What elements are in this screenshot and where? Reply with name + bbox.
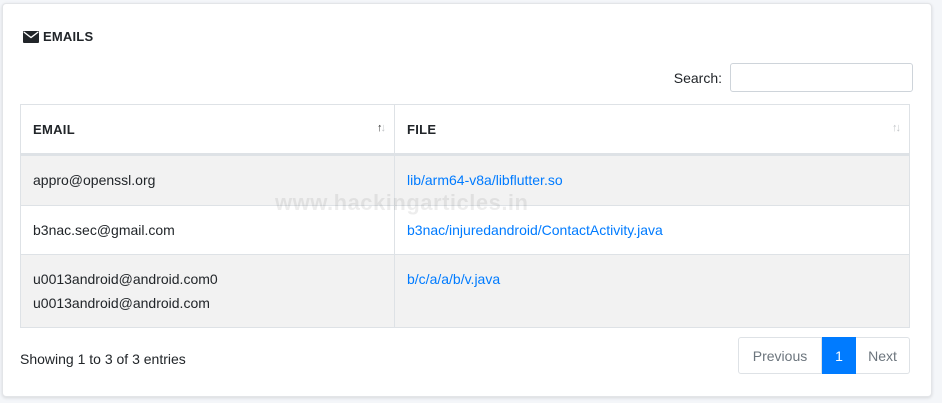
search-label: Search: bbox=[673, 69, 722, 86]
file-cell: b3nac/injuredandroid/ContactActivity.jav… bbox=[394, 205, 910, 255]
email-cell: appro@openssl.org bbox=[20, 154, 395, 206]
file-link[interactable]: lib/arm64-v8a/libflutter.so bbox=[407, 172, 563, 188]
envelope-icon bbox=[23, 30, 39, 43]
email-value: appro@openssl.org bbox=[33, 172, 156, 188]
table-header-row: EMAIL ↑↓ FILE ↑↓ bbox=[20, 104, 910, 156]
file-link[interactable]: b3nac/injuredandroid/ContactActivity.jav… bbox=[407, 222, 663, 238]
sort-ascending-icon: ↑↓ bbox=[377, 122, 386, 134]
email-cell: b3nac.sec@gmail.com bbox=[20, 205, 395, 255]
table-row: b3nac.sec@gmail.com b3nac/injuredandroid… bbox=[20, 205, 910, 255]
emails-table: EMAIL ↑↓ FILE ↑↓ appro@openssl.org lib/a… bbox=[20, 104, 910, 328]
email-value: u0013android@android.com bbox=[33, 295, 210, 311]
next-page-button[interactable]: Next bbox=[856, 337, 910, 374]
file-link[interactable]: b/c/a/a/b/v.java bbox=[407, 271, 500, 287]
card-title-text: EMAILS bbox=[43, 29, 94, 44]
email-value: b3nac.sec@gmail.com bbox=[33, 222, 175, 238]
search-control: Search: bbox=[674, 63, 913, 92]
column-header-file[interactable]: FILE ↑↓ bbox=[394, 104, 910, 156]
pagination: Previous 1 Next bbox=[738, 337, 910, 374]
page-1-button[interactable]: 1 bbox=[822, 337, 856, 374]
email-cell: u0013android@android.com0 u0013android@a… bbox=[20, 254, 395, 328]
table-info: Showing 1 to 3 of 3 entries bbox=[20, 351, 186, 367]
column-label-file: FILE bbox=[407, 121, 437, 137]
table-row: u0013android@android.com0 u0013android@a… bbox=[20, 254, 910, 328]
file-cell: lib/arm64-v8a/libflutter.so bbox=[394, 154, 910, 206]
previous-page-button[interactable]: Previous bbox=[738, 337, 822, 374]
table-row: appro@openssl.org lib/arm64-v8a/libflutt… bbox=[20, 154, 910, 206]
file-cell: b/c/a/a/b/v.java bbox=[394, 254, 910, 328]
column-header-email[interactable]: EMAIL ↑↓ bbox=[20, 104, 395, 156]
email-value: u0013android@android.com0 bbox=[33, 271, 218, 287]
sort-icon: ↑↓ bbox=[892, 122, 901, 134]
card-title: EMAILS bbox=[23, 29, 93, 44]
column-label-email: EMAIL bbox=[33, 121, 75, 137]
search-input[interactable] bbox=[730, 63, 913, 92]
